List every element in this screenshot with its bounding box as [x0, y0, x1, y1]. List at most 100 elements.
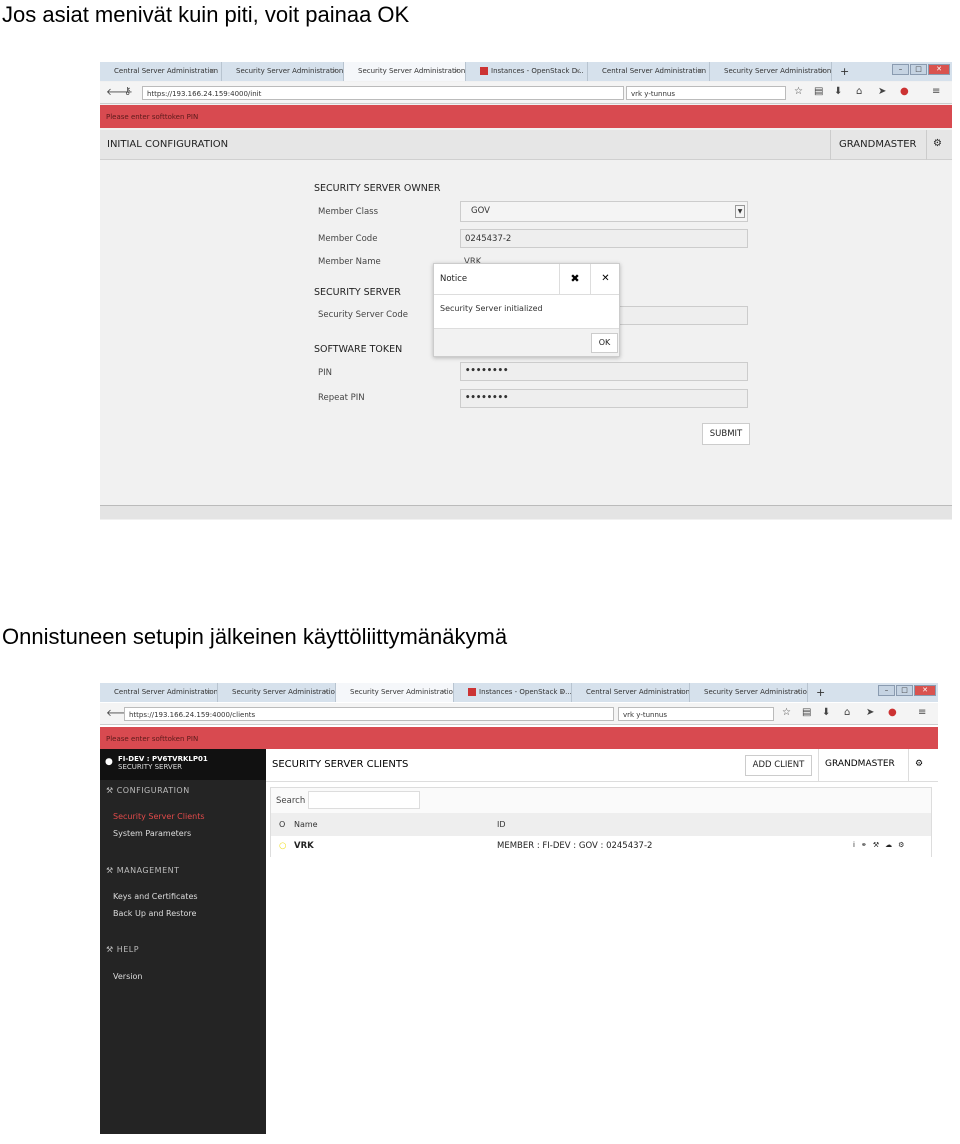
sidebar-item-backup[interactable]: Back Up and Restore [113, 909, 196, 918]
close-icon[interactable]: ✕ [590, 264, 620, 295]
close-icon[interactable]: × [559, 688, 565, 696]
wrench-icon[interactable]: ⚒ [873, 841, 885, 849]
new-tab-icon[interactable]: + [832, 62, 857, 81]
tab-label: Security Server Administration [704, 688, 808, 696]
minimize-icon[interactable]: – [892, 64, 909, 75]
menu-icon[interactable]: ≡ [918, 707, 926, 718]
notice-dialog: Notice ✖ ✕ Security Server initialized O… [433, 263, 620, 357]
search-input[interactable]: vrk y-tunnus [618, 707, 774, 721]
close-icon[interactable]: × [205, 688, 211, 696]
repeat-pin-label: Repeat PIN [318, 393, 365, 403]
close-icon[interactable]: × [795, 688, 801, 696]
home-icon[interactable]: ⌂ [856, 86, 862, 97]
tab[interactable]: Instances - OpenStack D... × [466, 62, 588, 81]
add-client-button[interactable]: ADD CLIENT [745, 755, 812, 776]
submit-button[interactable]: SUBMIT [702, 423, 750, 445]
member-class-label: Member Class [318, 207, 379, 217]
close-icon[interactable]: × [331, 67, 337, 75]
close-icon[interactable]: × [677, 688, 683, 696]
new-tab-icon[interactable]: + [808, 683, 833, 702]
member-code-label: Member Code [318, 234, 378, 244]
search-label: Search [276, 796, 306, 806]
gear-icon[interactable]: ⚙ [908, 749, 929, 782]
horizontal-scrollbar[interactable] [100, 505, 952, 519]
user-menu[interactable]: GRANDMASTER [818, 749, 901, 782]
clipboard-icon[interactable]: ▤ [814, 86, 823, 97]
table-header: O Name ID [271, 813, 931, 836]
sidebar-item-system-parameters[interactable]: System Parameters [113, 829, 191, 838]
user-menu[interactable]: GRANDMASTER [830, 130, 925, 160]
fullscreen-icon[interactable]: ✖ [559, 264, 590, 295]
sidebar-item-clients[interactable]: Security Server Clients [113, 812, 205, 821]
download-icon[interactable]: ⬇ [834, 86, 842, 97]
ok-button[interactable]: OK [591, 333, 618, 353]
star-icon[interactable]: ☆ [794, 86, 803, 97]
tab-label: Central Server Administration [114, 67, 219, 75]
client-id: MEMBER : FI-DEV : GOV : 0245437-2 [497, 841, 653, 851]
addon-icon[interactable]: ● [900, 86, 909, 97]
send-icon[interactable]: ➤ [878, 86, 886, 97]
sidebar-item-version[interactable]: Version [113, 972, 142, 981]
tab[interactable]: Security Server Administration × [222, 62, 344, 81]
tab[interactable]: Security Server Administration × [710, 62, 832, 81]
clients-search-input[interactable] [308, 791, 420, 809]
maximize-icon[interactable]: □ [910, 64, 927, 75]
close-window-icon[interactable]: ✕ [914, 685, 936, 696]
cogs-icon[interactable]: ⚙ [898, 841, 910, 849]
gear-icon[interactable]: ⚙ [926, 130, 948, 160]
info-icon[interactable]: i [853, 841, 861, 849]
sidebar-heading-help: ⚒ HELP [106, 945, 140, 954]
tab[interactable]: Instances - OpenStack D... × [454, 683, 572, 702]
tab[interactable]: Security Server Administration × [218, 683, 336, 702]
tab[interactable]: Central Server Administration × [100, 683, 218, 702]
server-code-label: Security Server Code [318, 310, 408, 320]
send-icon[interactable]: ➤ [866, 707, 874, 718]
close-icon[interactable]: × [575, 67, 581, 75]
page-title: SECURITY SERVER CLIENTS [272, 759, 409, 770]
url-input[interactable]: https://193.166.24.159:4000/init [142, 86, 624, 100]
status-column-icon: O [279, 820, 286, 829]
url-input[interactable]: https://193.166.24.159:4000/clients [124, 707, 614, 721]
maximize-icon[interactable]: □ [896, 685, 913, 696]
tab[interactable]: Central Server Administration × [588, 62, 710, 81]
client-name: VRK [294, 841, 314, 851]
sidebar-item-keys[interactable]: Keys and Certificates [113, 892, 198, 901]
clipboard-icon[interactable]: ▤ [802, 707, 811, 718]
member-class-value: GOV [471, 206, 490, 216]
tab-active[interactable]: Security Server Administration × [336, 683, 454, 702]
alert-bar: Please enter softtoken PIN [100, 727, 938, 749]
server-info: ● FI-DEV : PV6TVRKLP01 SECURITY SERVER [100, 749, 266, 780]
tab[interactable]: Security Server Administration × [690, 683, 808, 702]
search-input[interactable]: vrk y-tunnus [626, 86, 786, 100]
tab-label: Security Server Administration [232, 688, 336, 696]
page-header: INITIAL CONFIGURATION GRANDMASTER ⚙ [100, 130, 952, 160]
cloud-icon[interactable]: ☁ [885, 841, 898, 849]
close-icon[interactable]: × [697, 67, 703, 75]
member-class-select[interactable]: GOV ▼ [460, 201, 748, 222]
repeat-pin-field[interactable]: •••••••• [460, 389, 748, 408]
column-id[interactable]: ID [497, 820, 506, 829]
column-name[interactable]: Name [294, 820, 318, 829]
home-icon[interactable]: ⌂ [844, 707, 850, 718]
close-icon[interactable]: × [209, 67, 215, 75]
minimize-icon[interactable]: – [878, 685, 895, 696]
addon-icon[interactable]: ● [888, 707, 897, 718]
star-icon[interactable]: ☆ [782, 707, 791, 718]
close-window-icon[interactable]: ✕ [928, 64, 950, 75]
menu-icon[interactable]: ≡ [932, 86, 940, 97]
close-icon[interactable]: × [819, 67, 825, 75]
alert-bar: Please enter softtoken PIN [100, 105, 952, 128]
heading-1: Jos asiat menivät kuin piti, voit painaa… [2, 2, 410, 27]
tab-active[interactable]: Security Server Administration × [344, 62, 466, 81]
close-icon[interactable]: × [453, 67, 459, 75]
tab[interactable]: Central Server Administration × [100, 62, 222, 81]
link-icon[interactable]: ⚭ [861, 841, 873, 849]
download-icon[interactable]: ⬇ [822, 707, 830, 718]
tab[interactable]: Central Server Administration × [572, 683, 690, 702]
screenshot-initial-config: Central Server Administration × Security … [100, 62, 952, 520]
member-code-field[interactable]: 0245437-2 [460, 229, 748, 248]
close-icon[interactable]: × [323, 688, 329, 696]
close-icon[interactable]: × [441, 688, 447, 696]
table-row[interactable]: ○ VRK MEMBER : FI-DEV : GOV : 0245437-2 … [271, 836, 931, 857]
pin-field[interactable]: •••••••• [460, 362, 748, 381]
